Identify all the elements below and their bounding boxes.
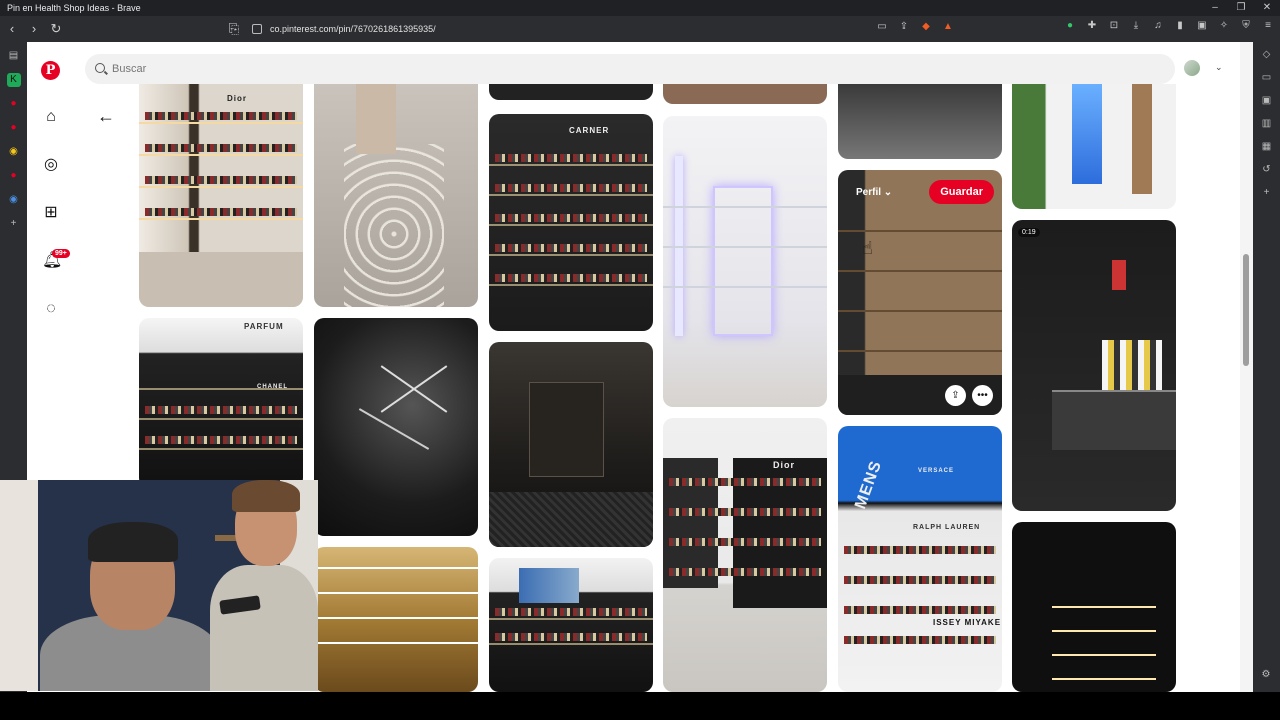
pin-label: CARNER [569,126,610,135]
bookmark-icon[interactable]: ⎘ [224,19,244,39]
scrollbar-thumb[interactable] [1243,254,1249,366]
profile-dropdown-button[interactable]: Perfil ⌄ [856,187,892,198]
pinterest-logo-icon[interactable]: P [41,61,60,80]
download-icon[interactable]: ⤓ [1130,19,1142,33]
pin-image[interactable] [314,318,478,536]
mouse-cursor-icon: ☝︎ [862,238,873,258]
pin-hover-overlay [838,170,1002,415]
notification-badge: 99+ [52,249,70,258]
pin-image[interactable] [1012,84,1176,209]
wallet-icon[interactable]: ▣ [1196,19,1208,33]
reading-list-icon[interactable]: ▦ [1260,140,1274,154]
media-icon[interactable]: ♫ [1152,19,1164,33]
history-icon[interactable]: ↺ [1260,163,1274,177]
share-icon[interactable]: ⇪ [898,20,910,34]
pin-label: MENS [852,458,886,512]
messages-icon[interactable]: ◌ [42,300,60,318]
pin-image-hovered[interactable]: Perfil ⌄ Guardar ⇪ ••• [838,170,1002,415]
eraser-icon[interactable]: ◇ [1260,48,1274,62]
page-scrollbar[interactable] [1240,42,1253,692]
pin-label: Dior [773,460,795,470]
pin-image[interactable] [314,84,478,307]
pin-label: VERSACE [918,468,955,474]
sidebar-chrome-icon[interactable]: ◉ [7,145,21,159]
sidebar-app-k-icon[interactable]: K [6,73,21,87]
window-controls: – ❐ ✕ [1202,0,1280,16]
pin-label: CHANEL [257,384,288,390]
wallet-side-icon[interactable]: ▣ [1260,94,1274,108]
leo-icon[interactable]: ✧ [1218,19,1230,33]
reload-icon[interactable]: ↻ [46,19,66,39]
brave-shields-icon[interactable]: ◆ [920,20,932,34]
sidebar-pinterest-icon[interactable]: ● [7,97,21,111]
brave-rewards-icon[interactable]: ▲ [942,20,954,34]
more-options-icon[interactable]: ••• [972,385,993,406]
save-button[interactable]: Guardar [929,180,994,204]
site-info-icon[interactable] [252,24,262,34]
minimize-icon[interactable]: – [1202,0,1228,16]
search-placeholder: Buscar [112,63,147,75]
pin-image[interactable] [838,84,1002,159]
sidebar-pinterest-icon-3[interactable]: ● [7,169,21,183]
add-panel-icon[interactable]: + [1260,186,1274,200]
webcam-overlay [0,480,318,691]
reader-icon[interactable]: ▭ [1260,71,1274,85]
extension-plus-icon[interactable]: ● [1064,19,1076,33]
browser-toolbar: ‹ › ↻ ⎘ co.pinterest.com/pin/76702618613… [0,16,1280,42]
search-input[interactable]: Buscar [85,54,1175,84]
pin-image[interactable]: Dior [139,84,303,307]
menu-icon[interactable]: ≡ [1262,19,1274,33]
window-title: Pin en Health Shop Ideas - Brave [7,3,141,13]
back-arrow-icon[interactable]: ‹ [2,19,22,39]
forward-arrow-icon[interactable]: › [24,19,44,39]
pin-image[interactable]: MENS VERSACE RALPH LAUREN ISSEY MIYAKE [838,426,1002,692]
pin-image[interactable] [663,116,827,407]
pin-image[interactable] [489,342,653,547]
sidebar-chrome-icon-2[interactable]: ◉ [7,193,21,207]
toolbar-extensions: ● ✚ ⊡ ⤓ ♫ ▮ ▣ ✧ ⛨ ≡ [1064,19,1274,33]
sidebar-pinterest-icon-2[interactable]: ● [7,121,21,135]
vpn-icon[interactable]: ⛨ [1240,19,1252,33]
window-titlebar: Pin en Health Shop Ideas - Brave – ❐ ✕ [0,0,1280,16]
webcam-person-2 [210,480,318,691]
share-icon[interactable]: ⇪ [945,385,966,406]
pin-label: ISSEY MIYAKE [933,618,1002,627]
cast-icon[interactable]: ▭ [876,20,888,34]
search-icon [95,63,105,73]
close-icon[interactable]: ✕ [1254,0,1280,16]
pin-image[interactable] [314,547,478,692]
pin-image[interactable] [1012,522,1176,692]
sidebar-add-icon[interactable]: + [7,217,21,231]
pin-label: RALPH LAUREN [913,524,981,531]
pin-label: Dior [227,94,247,103]
sidebar-panel-icon[interactable]: ▤ [7,49,21,63]
pin-image[interactable]: PARFUM CHANEL [139,318,303,488]
sidebar-toggle-icon[interactable]: ▮ [1174,19,1186,33]
notes-icon[interactable]: ▥ [1260,117,1274,131]
pin-image[interactable] [663,84,827,104]
pin-label: PARFUM [244,322,284,331]
pin-image[interactable] [489,84,653,100]
explore-icon[interactable]: ◎ [42,156,60,174]
video-duration: 0:19 [1018,228,1040,237]
url-text: co.pinterest.com/pin/7670261861395935/ [270,24,436,34]
maximize-icon[interactable]: ❐ [1228,0,1254,16]
pin-video[interactable]: 0:19 [1012,220,1176,511]
avatar[interactable] [1184,60,1200,76]
pin-image[interactable]: CARNER [489,114,653,331]
pin-image[interactable]: Dior [663,418,827,692]
puzzle-icon[interactable]: ✚ [1086,19,1098,33]
create-icon[interactable]: ⊞ [42,204,60,222]
webcam-person [40,520,220,691]
screenshot-icon[interactable]: ⊡ [1108,19,1120,33]
browser-right-sidebar: ◇ ▭ ▣ ▥ ▦ ↺ + ⚙ [1253,42,1280,692]
back-arrow-icon[interactable]: ← [97,106,115,127]
pin-image[interactable] [489,558,653,692]
settings-icon[interactable]: ⚙ [1259,668,1273,682]
address-bar[interactable]: co.pinterest.com/pin/7670261861395935/ [246,20,966,38]
chevron-down-icon[interactable]: ⌄ [1215,62,1223,73]
home-icon[interactable]: ⌂ [42,108,60,126]
